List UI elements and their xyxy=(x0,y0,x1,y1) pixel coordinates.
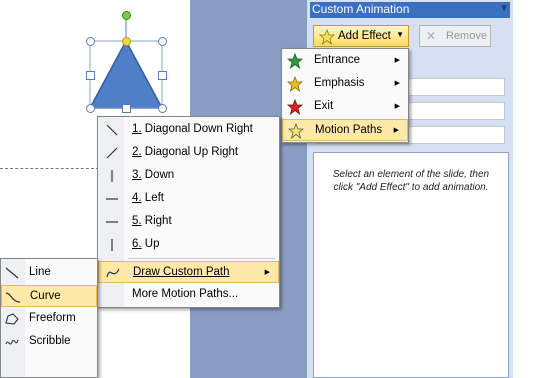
submenu-arrow-icon: ▶ xyxy=(264,269,270,276)
resize-handle-bottom-right[interactable] xyxy=(158,104,167,113)
up-line-icon xyxy=(103,236,121,254)
add-effect-button[interactable]: Add Effect ▼ xyxy=(313,25,409,47)
menu-item-label: Scribble xyxy=(29,335,71,347)
down-line-icon xyxy=(103,167,121,185)
motion-paths-menu: 1. Diagonal Down Right 2. Diagonal Up Ri… xyxy=(97,116,280,308)
menu-item-line[interactable]: Line xyxy=(1,262,97,284)
submenu-arrow-icon: ▶ xyxy=(394,103,400,110)
menu-item-diagonal-up-right[interactable]: 2. Diagonal Up Right xyxy=(98,142,279,164)
menu-item-emphasis[interactable]: Emphasis ▶ xyxy=(282,73,408,95)
menu-item-more-motion-paths[interactable]: More Motion Paths... xyxy=(98,284,279,306)
menu-item-number: 1. xyxy=(132,123,142,135)
menu-item-label: Emphasis xyxy=(314,77,365,89)
remove-label: Remove xyxy=(446,30,487,42)
menu-item-text: 5. Right xyxy=(132,215,172,227)
menu-item-right[interactable]: 5. Right xyxy=(98,211,279,233)
left-line-icon xyxy=(103,190,121,208)
add-effect-menu: Entrance ▶ Emphasis ▶ Exit ▶ Motion Path… xyxy=(281,48,409,143)
emphasis-star-icon xyxy=(286,75,304,93)
curve-icon xyxy=(4,288,22,306)
adjust-handle[interactable] xyxy=(122,37,131,46)
hint-line-1: Select an element of the slide, then xyxy=(332,169,490,180)
resize-handle-top-left[interactable] xyxy=(86,37,95,46)
menu-item-text: 3. Down xyxy=(132,169,174,181)
hint-line-2: click "Add Effect" to add animation. xyxy=(333,182,489,193)
chevron-down-icon: ▼ xyxy=(396,30,404,39)
menu-item-label: Draw Custom Path xyxy=(133,266,230,278)
menu-item-label: Freeform xyxy=(29,312,76,324)
menu-item-number: 3. xyxy=(132,169,142,181)
entrance-star-icon xyxy=(286,52,304,70)
menu-item-number: 6. xyxy=(132,238,142,250)
add-effect-star-icon xyxy=(319,29,335,45)
menu-item-label: Entrance xyxy=(314,54,361,66)
menu-item-up[interactable]: 6. Up xyxy=(98,234,279,256)
custom-path-icon xyxy=(104,264,122,282)
custom-path-menu: Line Curve Freeform Scribble xyxy=(0,258,98,378)
menu-item-number: 4. xyxy=(132,192,142,204)
menu-item-label: Motion Paths xyxy=(315,124,383,136)
menu-item-label: Right xyxy=(144,215,172,227)
menu-item-text: 4. Left xyxy=(132,192,164,204)
triangle-icon xyxy=(88,15,164,109)
animation-hint: Select an element of the slide, then cli… xyxy=(321,168,501,194)
pane-dropdown-icon[interactable]: ▼ xyxy=(499,3,509,14)
diagonal-up-right-icon xyxy=(103,144,121,162)
menu-item-label: Diagonal Up Right xyxy=(144,146,239,158)
menu-item-down[interactable]: 3. Down xyxy=(98,165,279,187)
resize-handle-bottom[interactable] xyxy=(122,104,131,113)
freeform-icon xyxy=(3,310,21,328)
line-icon xyxy=(3,264,21,282)
motion-path-star-icon xyxy=(287,122,305,140)
menu-item-draw-custom-path[interactable]: Draw Custom Path ▶ xyxy=(98,261,279,283)
menu-item-label: Down xyxy=(144,169,175,181)
submenu-arrow-icon: ▶ xyxy=(393,127,399,134)
exit-star-icon xyxy=(286,98,304,116)
remove-button[interactable]: ✕ Remove xyxy=(419,25,491,47)
rotate-handle[interactable] xyxy=(122,11,131,20)
submenu-arrow-icon: ▶ xyxy=(394,57,400,64)
resize-handle-left[interactable] xyxy=(86,71,95,80)
menu-item-text: 2. Diagonal Up Right xyxy=(132,146,238,158)
menu-item-number: 2. xyxy=(132,146,142,158)
resize-handle-right[interactable] xyxy=(158,71,167,80)
pane-title: Custom Animation xyxy=(310,2,510,18)
menu-item-scribble[interactable]: Scribble xyxy=(1,331,97,353)
menu-item-label: Left xyxy=(144,192,164,204)
menu-item-label: Up xyxy=(144,238,160,250)
menu-item-exit[interactable]: Exit ▶ xyxy=(282,96,408,118)
menu-item-label: Curve xyxy=(30,290,61,302)
menu-item-text: 6. Up xyxy=(132,238,160,250)
menu-item-label: Diagonal Down Right xyxy=(144,123,253,135)
menu-item-motion-paths[interactable]: Motion Paths ▶ xyxy=(282,119,408,141)
add-effect-label: Add Effect xyxy=(338,30,391,42)
menu-item-freeform[interactable]: Freeform xyxy=(1,308,97,330)
menu-item-text: 1. Diagonal Down Right xyxy=(132,123,253,135)
menu-item-diagonal-down-right[interactable]: 1. Diagonal Down Right xyxy=(98,119,279,141)
menu-item-label: More Motion Paths... xyxy=(132,288,239,300)
menu-item-label: Line xyxy=(29,266,51,278)
scribble-icon xyxy=(3,333,21,351)
resize-handle-bottom-left[interactable] xyxy=(86,104,95,113)
menu-separator xyxy=(128,258,275,259)
right-line-icon xyxy=(103,213,121,231)
menu-item-curve[interactable]: Curve xyxy=(1,285,97,307)
remove-icon: ✕ xyxy=(426,29,437,43)
menu-item-entrance[interactable]: Entrance ▶ xyxy=(282,50,408,72)
diagonal-down-right-icon xyxy=(103,121,121,139)
menu-item-number: 5. xyxy=(132,215,142,227)
resize-handle-top-right[interactable] xyxy=(158,37,167,46)
submenu-arrow-icon: ▶ xyxy=(394,80,400,87)
selected-triangle-shape[interactable] xyxy=(84,10,174,113)
menu-item-label: Exit xyxy=(314,100,334,112)
menu-item-left[interactable]: 4. Left xyxy=(98,188,279,210)
